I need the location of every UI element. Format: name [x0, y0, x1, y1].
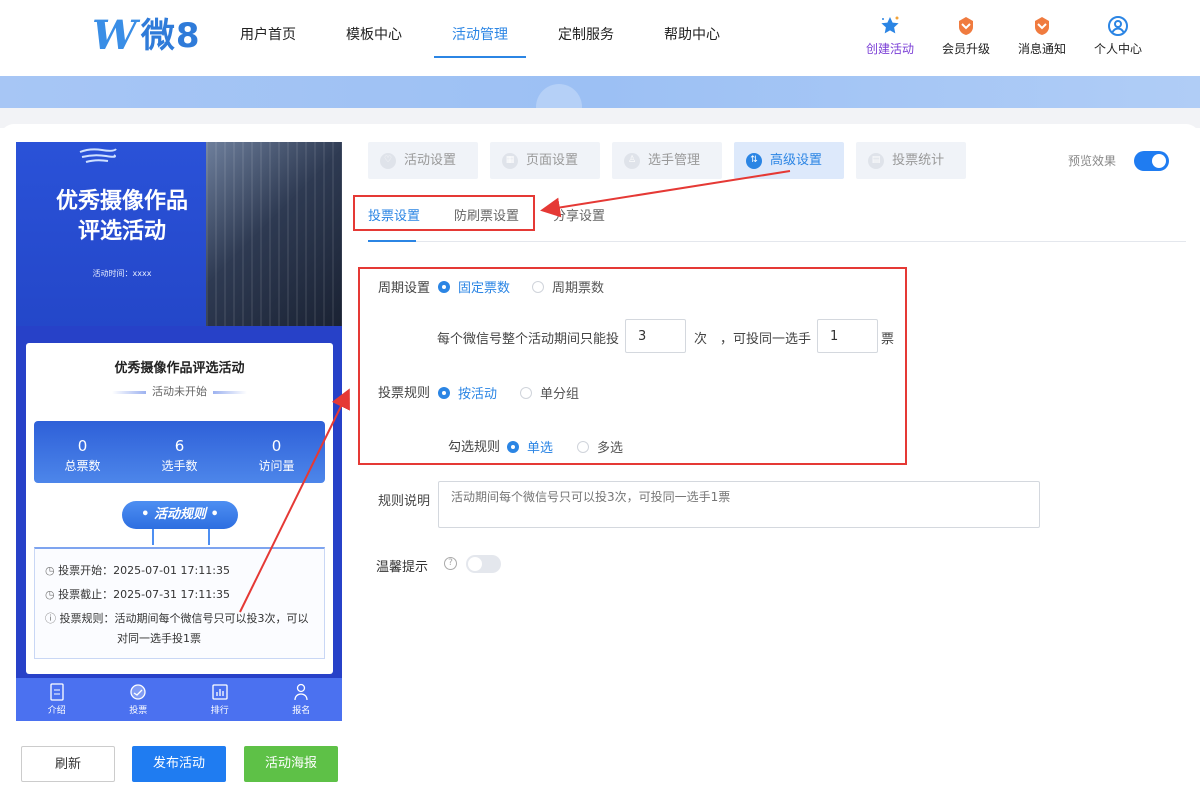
activity-rules-box: ◷ 投票开始：2025-07-01 17:11:35 ◷ 投票截止：2025-0…	[34, 547, 325, 659]
annotation-box-form	[358, 267, 907, 465]
clock-icon: ◷	[45, 588, 55, 601]
person-icon	[261, 681, 343, 703]
mobile-tab-vote[interactable]: 投票	[98, 678, 180, 721]
document-icon	[16, 681, 98, 703]
activity-poster: 优秀摄像作品 评选活动 活动时间：xxxx	[16, 142, 342, 326]
publish-activity-button[interactable]: 发布活动	[132, 746, 226, 782]
main-nav: 用户首页 模板中心 活动管理 定制服务 帮助中心	[240, 0, 770, 60]
building-photo	[206, 142, 342, 326]
activity-status: 活动未开始	[26, 383, 333, 399]
preview-toggle-label: 预览效果	[1068, 154, 1117, 168]
nav-template-center[interactable]: 模板中心	[346, 0, 402, 60]
settings-tabs: ♡ 活动设置 ▦ 页面设置 ♙ 选手管理 ⇅ 高级设置 ▤ 投票统计	[368, 142, 978, 179]
personal-center-button[interactable]: 个人中心	[1080, 14, 1156, 57]
activity-info-card: 优秀摄像作品评选活动 活动未开始 0 总票数 6 选手数 0 访问量 • 活动规…	[26, 343, 333, 674]
info-icon: ⓘ	[45, 612, 56, 625]
person-icon: ♙	[624, 152, 641, 169]
notifications-label: 消息通知	[1017, 42, 1066, 56]
nav-custom-service[interactable]: 定制服务	[558, 0, 614, 60]
vote-icon	[98, 681, 180, 703]
tip-label: 温馨提示	[376, 560, 429, 575]
header-actions: 创建活动 会员升级 消息通知 个人中心	[852, 14, 1156, 57]
vote-rule-line: ⓘ 投票规则：活动期间每个微信号只可以投3次，可以对同一选手投1票	[45, 612, 309, 645]
stat-visits: 0 访问量	[258, 437, 295, 473]
brush-stroke-decoration	[79, 148, 117, 163]
create-activity-label: 创建活动	[865, 42, 914, 56]
preview-toggle[interactable]	[1134, 151, 1169, 171]
tab-player-management[interactable]: ♙ 选手管理	[612, 142, 723, 179]
member-badge-icon	[928, 14, 1004, 38]
create-activity-button[interactable]: 创建活动	[852, 14, 928, 57]
rule-connector	[208, 529, 210, 545]
help-icon[interactable]: ?	[444, 557, 457, 570]
member-upgrade-button[interactable]: 会员升级	[928, 14, 1004, 57]
mobile-preview: 优秀摄像作品 评选活动 活动时间：xxxx 优秀摄像作品评选活动 活动未开始 0…	[16, 142, 342, 721]
poster-activity-time: 活动时间：xxxx	[92, 269, 152, 278]
clock-icon: ◷	[45, 564, 55, 577]
notifications-button[interactable]: 消息通知	[1004, 14, 1080, 57]
stats-panel: 0 总票数 6 选手数 0 访问量	[34, 421, 325, 483]
member-upgrade-label: 会员升级	[941, 42, 990, 56]
rule-description-input[interactable]	[438, 481, 1040, 528]
activity-rules-heading: • 活动规则 •	[122, 501, 238, 529]
top-header: W 微8 用户首页 模板中心 活动管理 定制服务 帮助中心 创建活动 会员升级 …	[0, 0, 1200, 76]
mobile-tab-ranking[interactable]: 排行	[179, 678, 261, 721]
user-circle-icon	[1080, 14, 1156, 38]
subtab-divider	[368, 241, 1186, 242]
banner-strip	[0, 76, 1200, 108]
annotation-box-subtabs	[353, 195, 535, 231]
logo[interactable]: W 微8	[92, 14, 201, 58]
stat-player-count: 6 选手数	[161, 437, 198, 473]
nav-help-center[interactable]: 帮助中心	[664, 0, 720, 60]
sliders-icon: ⇅	[746, 152, 763, 169]
notification-badge-icon	[1004, 14, 1080, 38]
vote-start-line: ◷ 投票开始：2025-07-01 17:11:35	[45, 564, 230, 577]
tab-page-settings[interactable]: ▦ 页面设置	[490, 142, 601, 179]
personal-center-label: 个人中心	[1093, 42, 1142, 56]
nav-user-home[interactable]: 用户首页	[240, 0, 296, 60]
heart-icon: ♡	[380, 152, 396, 169]
stat-total-votes: 0 总票数	[64, 437, 101, 473]
tip-toggle[interactable]	[466, 555, 501, 573]
vote-end-line: ◷ 投票截止：2025-07-31 17:11:35	[45, 588, 230, 601]
rule-description-label: 规则说明	[378, 494, 431, 509]
rule-connector	[152, 529, 154, 545]
mobile-tab-signup[interactable]: 报名	[261, 678, 343, 721]
activity-poster-button[interactable]: 活动海报	[244, 746, 338, 782]
mobile-tab-bar: 介绍 投票 排行 报名	[16, 678, 342, 721]
refresh-button[interactable]: 刷新	[21, 746, 115, 782]
bar-chart-icon	[179, 681, 261, 703]
star-icon	[852, 14, 928, 38]
page-icon: ▦	[502, 152, 519, 169]
stats-icon: ▤	[868, 152, 885, 169]
logo-mark: W	[92, 12, 137, 59]
poster-title: 优秀摄像作品 评选活动	[55, 188, 188, 244]
tab-advanced-settings[interactable]: ⇅ 高级设置	[734, 142, 845, 179]
logo-text: 微8	[140, 16, 201, 56]
subtab-share-settings[interactable]: 分享设置	[553, 205, 605, 227]
activity-title: 优秀摄像作品评选活动	[114, 361, 245, 376]
nav-activity-management[interactable]: 活动管理	[434, 0, 526, 60]
mobile-tab-intro[interactable]: 介绍	[16, 678, 98, 721]
tab-vote-statistics[interactable]: ▤ 投票统计	[856, 142, 967, 179]
tab-activity-settings[interactable]: ♡ 活动设置	[368, 142, 479, 179]
subtab-active-indicator	[368, 240, 416, 242]
